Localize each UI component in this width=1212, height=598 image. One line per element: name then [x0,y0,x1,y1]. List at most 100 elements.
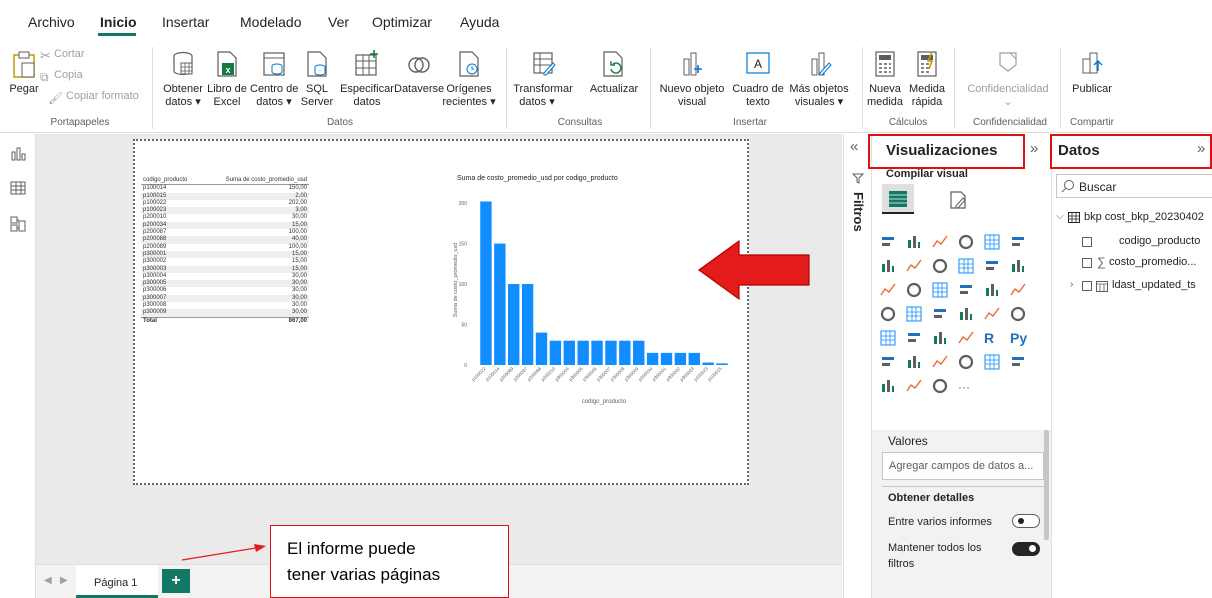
data-hub-button[interactable]: Centro de datos ▾ [250,43,298,115]
report-view-icon[interactable] [10,146,26,162]
table-row[interactable]: p100023 3,00 [141,207,309,215]
key-influencers-icon[interactable] [880,354,896,370]
bar[interactable] [535,332,548,365]
treemap-icon[interactable] [1010,282,1026,298]
menu-inicio[interactable]: Inicio [100,14,137,30]
report-page[interactable]: codigo_producto Suma de costo_promedio_u… [133,139,810,485]
table-row[interactable]: p300004 30,00 [141,273,309,280]
metrics-icon[interactable] [984,354,1000,370]
bar[interactable] [605,340,617,365]
bar[interactable] [508,284,520,365]
add-page-button[interactable]: + [162,569,190,593]
paste-button[interactable]: Pegar [4,43,44,103]
kpi-icon[interactable] [880,330,896,346]
menu-archivo[interactable]: Archivo [28,14,75,30]
field-item[interactable]: codigo_producto [1082,235,1212,251]
matrix-icon[interactable] [958,330,974,346]
map-icon[interactable] [880,306,896,322]
menu-insertar[interactable]: Insertar [162,14,209,30]
menu-optimizar[interactable]: Optimizar [372,14,432,30]
collapse-icon[interactable]: « [850,138,858,155]
bar[interactable] [563,340,575,365]
donut-icon[interactable] [984,282,1000,298]
cut-button[interactable]: ✂ Cortar [40,47,85,65]
bar[interactable] [674,352,687,365]
bar[interactable] [633,340,645,365]
bar[interactable] [480,201,492,365]
table-row[interactable]: p300005 30,00 [141,280,309,288]
format-painter-button[interactable]: 🖌 Copiar formato [48,89,139,107]
gauge-icon[interactable] [958,306,974,322]
tab-pagina-1[interactable]: Página 1 [76,565,158,598]
chevron-right-icon[interactable]: › [1070,279,1073,290]
bar[interactable] [702,362,714,365]
ribbon-chart-icon[interactable] [1010,258,1026,274]
chevron-down-icon[interactable]: ⌵ [1056,211,1064,222]
new-visual-button[interactable]: Nuevo objeto visual [656,43,728,115]
line-chart-icon[interactable] [880,258,896,274]
transform-data-button[interactable]: Transformar datos ▾ [512,43,574,115]
more-icon[interactable]: ··· [958,378,974,394]
cross-report-toggle[interactable] [1012,514,1040,528]
field-item[interactable]: ∑ costo_promedio... [1082,255,1212,272]
card-icon[interactable] [984,306,1000,322]
text-box-button[interactable]: A Cuadro de texto [730,43,786,115]
table-node[interactable]: ⌵ bkp cost_bkp_20230402 [1056,210,1212,226]
bar[interactable] [549,340,562,365]
sensitivity-button[interactable]: Confidencialidad ⌄ [958,43,1058,115]
table-view-icon[interactable] [10,180,26,196]
slicer-icon[interactable] [906,330,922,346]
new-measure-button[interactable]: Nueva medida [866,43,904,115]
area-chart-icon[interactable] [906,258,922,274]
table-row[interactable]: p300001 15,00 [141,250,309,259]
quick-measure-button[interactable]: Medida rápida [904,43,950,115]
table-row[interactable]: p300008 30,00 [141,302,309,309]
bar[interactable] [591,340,603,365]
line-column-icon[interactable] [958,258,974,274]
recent-sources-button[interactable]: Orígenes recientes ▾ [442,43,496,115]
sql-server-button[interactable]: SQL Server [296,43,338,115]
bar[interactable] [716,363,728,365]
filters-pane[interactable]: « Filtros [843,134,871,598]
line-clustered-icon[interactable] [984,258,1000,274]
table-row[interactable]: p100014 150,00 [141,185,309,193]
get-data-button[interactable]: Obtener datos ▾ [158,43,208,115]
r-visual-icon[interactable]: R [984,330,1000,346]
waterfall-icon[interactable] [880,282,896,298]
table-row[interactable]: p300007 30,00 [141,294,309,303]
table-row[interactable]: p200034 15,00 [141,221,309,230]
narrative-icon[interactable] [958,354,974,370]
table-row[interactable]: p300003 15,00 [141,265,309,273]
field-item[interactable]: › ldast_updated_ts [1070,279,1212,295]
table-row[interactable]: p300002 15,00 [141,258,309,265]
dataverse-button[interactable]: Dataverse [394,43,444,115]
paginated-icon[interactable] [1010,354,1026,370]
scatter-icon[interactable] [932,282,948,298]
power-automate-icon[interactable] [906,378,922,394]
format-visual-icon[interactable] [948,190,968,210]
publish-button[interactable]: Publicar [1064,43,1120,115]
stacked-column-icon[interactable] [906,234,922,250]
stacked-bar-icon[interactable] [880,234,896,250]
field-checkbox[interactable] [1082,281,1092,291]
qa-icon[interactable] [932,354,948,370]
table-row[interactable]: p300006 30,00 [141,287,309,294]
bar[interactable] [646,352,659,365]
more-visuals-button[interactable]: Más objetos visuales ▾ [788,43,850,115]
build-visual-tab[interactable] [882,184,914,214]
expand-icon[interactable]: » [1030,140,1038,157]
search-input[interactable]: Buscar [1056,174,1212,198]
field-checkbox[interactable] [1082,258,1092,268]
menu-ayuda[interactable]: Ayuda [460,14,499,30]
table-row[interactable]: p200089 100,00 [141,244,309,251]
excel-workbook-button[interactable]: x Libro de Excel [204,43,250,115]
bar[interactable] [688,352,700,365]
bar[interactable] [660,352,673,365]
field-checkbox[interactable] [1082,237,1092,247]
table-row[interactable]: p300009 30,00 [141,309,309,318]
viz-scrollbar[interactable] [1044,430,1049,540]
decomposition-tree-icon[interactable] [906,354,922,370]
next-page-icon[interactable]: ▶ [60,575,68,586]
table-visual[interactable]: codigo_producto Suma de costo_promedio_u… [141,177,309,325]
power-bi-visual-icon[interactable] [932,378,948,394]
